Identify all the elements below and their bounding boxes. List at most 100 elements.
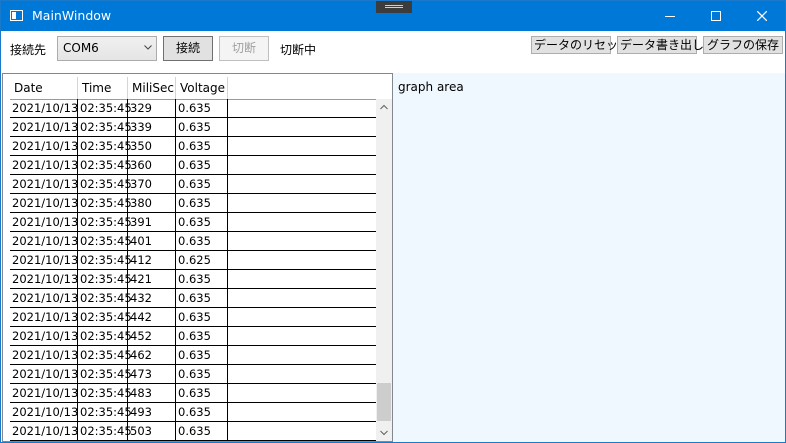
cell-voltage[interactable]: 0.635: [176, 270, 228, 288]
cell-time[interactable]: 02:35:45: [78, 118, 132, 136]
cell-voltage[interactable]: 0.635: [176, 99, 228, 117]
cell-date[interactable]: 2021/10/13: [10, 403, 78, 421]
cell-milisec[interactable]: 442: [128, 308, 176, 326]
cell-voltage[interactable]: 0.625: [176, 251, 228, 269]
cell-date[interactable]: 2021/10/13: [10, 384, 78, 402]
cell-time[interactable]: 02:35:45: [78, 403, 132, 421]
cell-date[interactable]: 2021/10/13: [10, 156, 78, 174]
cell-time[interactable]: 02:35:45: [78, 289, 132, 307]
cell-time[interactable]: 02:35:45: [78, 232, 132, 250]
column-header-voltage[interactable]: Voltage: [176, 77, 228, 99]
table-row[interactable]: 2021/10/13 02:35:45 473 0.635: [10, 365, 376, 384]
reset-data-button[interactable]: データのリセット: [531, 36, 630, 54]
cell-time[interactable]: 02:35:45: [78, 213, 132, 231]
cell-voltage[interactable]: 0.635: [176, 156, 228, 174]
cell-time[interactable]: 02:35:45: [78, 308, 132, 326]
table-row[interactable]: 2021/10/13 02:35:45 432 0.635: [10, 289, 376, 308]
cell-voltage[interactable]: 0.635: [176, 403, 228, 421]
title-bar[interactable]: MainWindow: [1, 1, 785, 31]
cell-voltage[interactable]: 0.635: [176, 194, 228, 212]
cell-milisec[interactable]: 350: [128, 137, 176, 155]
cell-milisec[interactable]: 370: [128, 175, 176, 193]
cell-milisec[interactable]: 432: [128, 289, 176, 307]
cell-voltage[interactable]: 0.635: [176, 327, 228, 345]
cell-date[interactable]: 2021/10/13: [10, 365, 78, 383]
cell-milisec[interactable]: 473: [128, 365, 176, 383]
cell-milisec[interactable]: 452: [128, 327, 176, 345]
cell-date[interactable]: 2021/10/13: [10, 346, 78, 364]
save-graph-button[interactable]: グラフの保存: [703, 36, 783, 54]
cell-time[interactable]: 02:35:45: [78, 365, 132, 383]
table-row[interactable]: 2021/10/13 02:35:45 401 0.635: [10, 232, 376, 251]
port-select[interactable]: COM6: [57, 36, 157, 61]
cell-voltage[interactable]: 0.635: [176, 422, 228, 440]
cell-milisec[interactable]: 503: [128, 422, 176, 440]
cell-date[interactable]: 2021/10/13: [10, 194, 78, 212]
cell-date[interactable]: 2021/10/13: [10, 99, 78, 117]
cell-date[interactable]: 2021/10/13: [10, 422, 78, 440]
cell-date[interactable]: 2021/10/13: [10, 251, 78, 269]
table-row[interactable]: 2021/10/13 02:35:45 493 0.635: [10, 403, 376, 422]
cell-date[interactable]: 2021/10/13: [10, 289, 78, 307]
cell-voltage[interactable]: 0.635: [176, 289, 228, 307]
cell-milisec[interactable]: 339: [128, 118, 176, 136]
table-row[interactable]: 2021/10/13 02:35:45 329 0.635: [10, 99, 376, 118]
cell-milisec[interactable]: 380: [128, 194, 176, 212]
data-grid[interactable]: Date Time MiliSec Voltage 2021/10/13 02:3…: [2, 73, 393, 442]
cell-milisec[interactable]: 493: [128, 403, 176, 421]
cell-date[interactable]: 2021/10/13: [10, 118, 78, 136]
table-row[interactable]: 2021/10/13 02:35:45 339 0.635: [10, 118, 376, 137]
connect-button[interactable]: 接続: [163, 36, 213, 61]
column-header-date[interactable]: Date: [10, 77, 78, 99]
cell-milisec[interactable]: 462: [128, 346, 176, 364]
table-row[interactable]: 2021/10/13 02:35:45 370 0.635: [10, 175, 376, 194]
column-header-milisec[interactable]: MiliSec: [128, 77, 176, 99]
cell-date[interactable]: 2021/10/13: [10, 232, 78, 250]
cell-time[interactable]: 02:35:45: [78, 194, 132, 212]
cell-voltage[interactable]: 0.635: [176, 308, 228, 326]
disconnect-button[interactable]: 切断: [219, 36, 269, 61]
cell-time[interactable]: 02:35:45: [78, 137, 132, 155]
cell-time[interactable]: 02:35:45: [78, 327, 132, 345]
cell-date[interactable]: 2021/10/13: [10, 327, 78, 345]
cell-milisec[interactable]: 483: [128, 384, 176, 402]
table-row[interactable]: 2021/10/13 02:35:45 503 0.635: [10, 422, 376, 441]
cell-date[interactable]: 2021/10/13: [10, 213, 78, 231]
table-row[interactable]: 2021/10/13 02:35:45 442 0.635: [10, 308, 376, 327]
table-row[interactable]: 2021/10/13 02:35:45 452 0.635: [10, 327, 376, 346]
cell-voltage[interactable]: 0.635: [176, 118, 228, 136]
table-row[interactable]: 2021/10/13 02:35:45 350 0.635: [10, 137, 376, 156]
cell-time[interactable]: 02:35:45: [78, 251, 132, 269]
grip-handle-icon[interactable]: [376, 1, 412, 13]
cell-milisec[interactable]: 360: [128, 156, 176, 174]
cell-voltage[interactable]: 0.635: [176, 365, 228, 383]
cell-time[interactable]: 02:35:45: [78, 99, 132, 117]
cell-voltage[interactable]: 0.635: [176, 175, 228, 193]
table-row[interactable]: 2021/10/13 02:35:45 462 0.635: [10, 346, 376, 365]
cell-voltage[interactable]: 0.635: [176, 346, 228, 364]
scrollbar-thumb[interactable]: [377, 383, 391, 421]
scroll-up-icon[interactable]: [376, 99, 392, 115]
cell-time[interactable]: 02:35:45: [78, 156, 132, 174]
cell-time[interactable]: 02:35:45: [78, 270, 132, 288]
scroll-down-icon[interactable]: [376, 425, 392, 441]
cell-voltage[interactable]: 0.635: [176, 232, 228, 250]
cell-date[interactable]: 2021/10/13: [10, 270, 78, 288]
table-row[interactable]: 2021/10/13 02:35:45 360 0.635: [10, 156, 376, 175]
close-button[interactable]: [739, 1, 785, 31]
maximize-button[interactable]: [693, 1, 739, 31]
cell-voltage[interactable]: 0.635: [176, 137, 228, 155]
table-row[interactable]: 2021/10/13 02:35:45 483 0.635: [10, 384, 376, 403]
cell-time[interactable]: 02:35:45: [78, 384, 132, 402]
cell-milisec[interactable]: 329: [128, 99, 176, 117]
cell-time[interactable]: 02:35:45: [78, 175, 132, 193]
cell-date[interactable]: 2021/10/13: [10, 137, 78, 155]
cell-milisec[interactable]: 421: [128, 270, 176, 288]
cell-date[interactable]: 2021/10/13: [10, 308, 78, 326]
cell-voltage[interactable]: 0.635: [176, 213, 228, 231]
cell-date[interactable]: 2021/10/13: [10, 175, 78, 193]
table-row[interactable]: 2021/10/13 02:35:45 421 0.635: [10, 270, 376, 289]
cell-voltage[interactable]: 0.635: [176, 384, 228, 402]
cell-milisec[interactable]: 412: [128, 251, 176, 269]
cell-milisec[interactable]: 391: [128, 213, 176, 231]
